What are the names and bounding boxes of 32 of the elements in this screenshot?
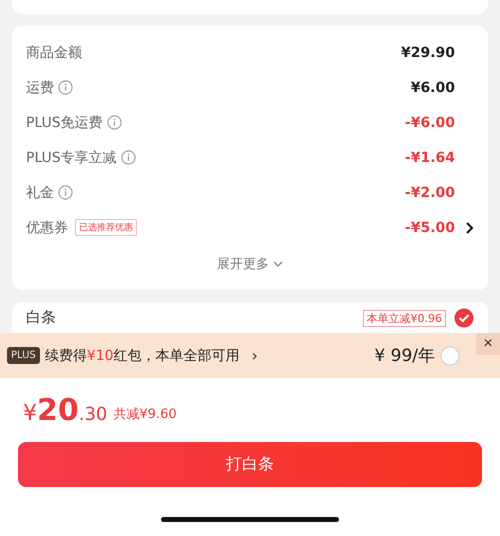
row-label: 运费 xyxy=(26,78,54,96)
info-icon[interactable] xyxy=(106,115,122,130)
plus-badge: PLUS xyxy=(7,347,40,364)
info-icon[interactable] xyxy=(58,185,73,200)
row-label: 商品金额 xyxy=(26,44,82,62)
row-value: -¥2.00 xyxy=(404,184,455,200)
close-button[interactable]: × xyxy=(476,333,500,355)
plus-price: ¥ 99/年 xyxy=(374,345,435,367)
row-value: -¥1.64 xyxy=(404,150,455,166)
info-icon[interactable] xyxy=(58,80,73,95)
row-label: PLUS免运费 xyxy=(26,114,103,132)
coupon-tag: 已选推荐优惠 xyxy=(75,219,137,236)
total-price: ¥20.30 xyxy=(23,392,108,428)
saving-text: 共减¥9.60 xyxy=(113,406,177,423)
row-value: ¥6.00 xyxy=(410,80,455,96)
renewal-link[interactable]: 续费得¥10红包，本单全部可用 xyxy=(44,346,240,364)
row-value: -¥5.00 xyxy=(404,220,455,236)
info-icon[interactable] xyxy=(120,150,136,165)
chevron-down-icon xyxy=(273,261,283,267)
arrow-icon[interactable]: › xyxy=(252,346,258,365)
row-label: 礼金 xyxy=(26,184,54,202)
checkbox[interactable] xyxy=(454,308,474,328)
pay-button[interactable]: 打白条 xyxy=(18,442,482,487)
discount-tag: 本单立减¥0.96 xyxy=(362,310,446,326)
expand-more-button[interactable]: 展开更多 xyxy=(211,247,289,281)
radio-button[interactable] xyxy=(440,346,460,366)
row-value: -¥6.00 xyxy=(404,114,455,130)
row-value: ¥29.90 xyxy=(400,44,455,60)
row-label: PLUS专享立减 xyxy=(26,148,117,166)
payment-label: 白条 xyxy=(26,308,56,327)
chevron-right-icon[interactable] xyxy=(464,220,474,234)
row-label: 优惠券 xyxy=(26,218,68,236)
